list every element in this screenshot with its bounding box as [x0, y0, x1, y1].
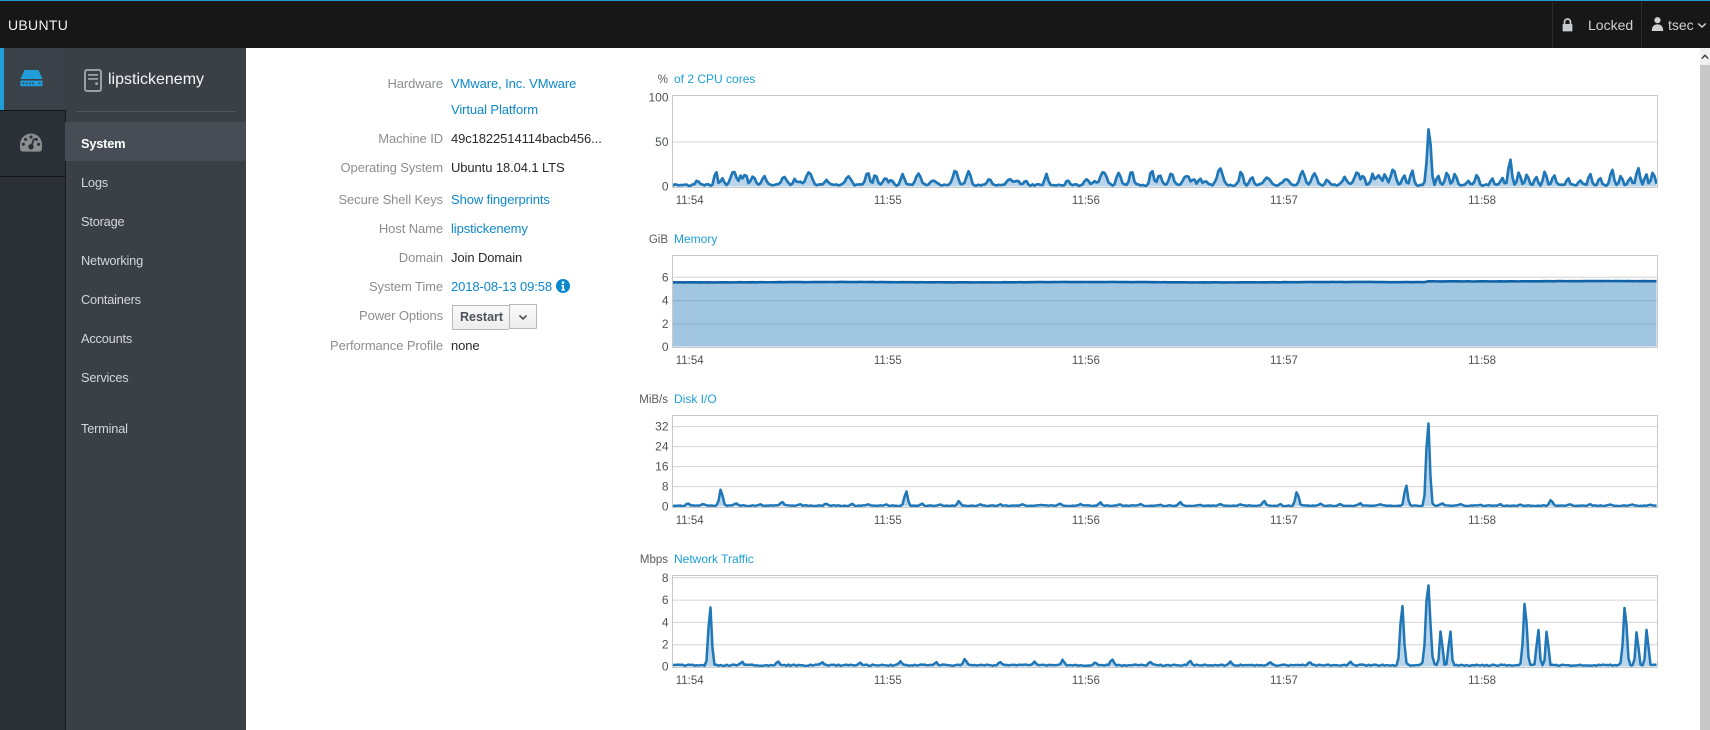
svg-text:6: 6: [662, 270, 669, 284]
svg-text:0: 0: [662, 180, 669, 194]
svg-text:11:57: 11:57: [1270, 195, 1298, 207]
svg-text:11:58: 11:58: [1468, 675, 1496, 687]
svg-text:2: 2: [662, 317, 669, 331]
svg-text:11:56: 11:56: [1072, 195, 1100, 207]
svg-text:11:54: 11:54: [676, 675, 705, 687]
svg-text:11:55: 11:55: [874, 355, 902, 367]
svg-text:0: 0: [662, 660, 669, 674]
svg-text:50: 50: [655, 135, 669, 149]
svg-text:32: 32: [655, 420, 669, 434]
svg-text:11:54: 11:54: [676, 515, 705, 527]
svg-text:8: 8: [662, 480, 669, 494]
svg-text:6: 6: [662, 593, 669, 607]
svg-text:11:58: 11:58: [1468, 355, 1496, 367]
svg-text:11:55: 11:55: [874, 195, 902, 207]
svg-text:11:58: 11:58: [1468, 195, 1496, 207]
svg-text:11:55: 11:55: [874, 675, 902, 687]
svg-text:4: 4: [662, 294, 669, 308]
svg-text:11:57: 11:57: [1270, 515, 1298, 527]
svg-text:24: 24: [655, 440, 669, 454]
svg-text:11:54: 11:54: [676, 195, 705, 207]
svg-text:11:56: 11:56: [1072, 675, 1100, 687]
svg-text:0: 0: [662, 340, 669, 354]
svg-text:11:55: 11:55: [874, 515, 902, 527]
svg-text:4: 4: [662, 615, 669, 629]
svg-text:8: 8: [662, 571, 669, 585]
svg-text:100: 100: [648, 91, 668, 105]
svg-text:16: 16: [655, 460, 669, 474]
svg-text:2: 2: [662, 638, 669, 652]
svg-text:0: 0: [662, 499, 669, 513]
svg-text:11:54: 11:54: [676, 355, 705, 367]
svg-text:11:56: 11:56: [1072, 515, 1100, 527]
svg-text:11:58: 11:58: [1468, 515, 1496, 527]
svg-text:11:57: 11:57: [1270, 675, 1298, 687]
svg-text:11:56: 11:56: [1072, 355, 1100, 367]
svg-text:11:57: 11:57: [1270, 355, 1298, 367]
